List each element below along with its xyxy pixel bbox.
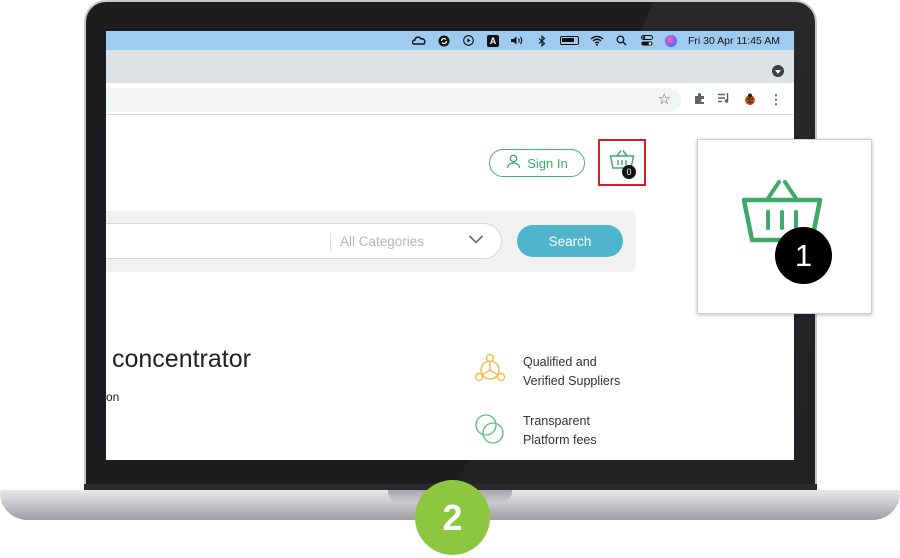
input-source-icon[interactable]: A [486, 34, 499, 47]
sign-in-button[interactable]: Sign In [489, 149, 585, 177]
user-icon [506, 154, 521, 172]
ladybug-icon[interactable] [742, 92, 758, 108]
chevron-down-icon[interactable] [468, 233, 484, 245]
search-bar: All Categories Search [106, 211, 636, 272]
spotlight-icon[interactable] [615, 35, 629, 47]
siri-icon[interactable] [664, 34, 677, 47]
creative-cloud-icon[interactable] [411, 35, 426, 47]
feature-line: Platform fees [523, 433, 597, 447]
feature-item: Transparent Platform fees [473, 412, 597, 450]
reading-list-icon[interactable] [716, 92, 732, 108]
cart-button[interactable]: 0 [598, 139, 646, 186]
control-center-icon[interactable] [640, 35, 654, 47]
browser-toolbar: ☆ ⋮ [106, 83, 794, 115]
supplier-network-icon [474, 353, 506, 382]
wifi-icon[interactable] [590, 35, 604, 47]
feature-line: Qualified and [523, 355, 597, 369]
feature-item: Qualified and Verified Suppliers [473, 353, 620, 391]
feature-line: Verified Suppliers [523, 374, 621, 388]
zoom-callout: 1 [697, 139, 872, 314]
hero-headline: concentrator [112, 345, 251, 373]
battery-icon[interactable] [559, 36, 579, 45]
browser-tab-strip [106, 50, 794, 83]
step-number-badge: 2 [415, 480, 490, 555]
web-page: Sign In 0 All Categories Search concentr… [106, 116, 794, 460]
menu-bar-clock[interactable]: Fri 30 Apr 11:45 AM [688, 35, 780, 47]
bluetooth-icon[interactable] [535, 34, 549, 47]
cart-count-badge: 0 [622, 165, 636, 179]
extensions-icon[interactable] [691, 92, 707, 108]
star-icon[interactable]: ☆ [658, 90, 671, 110]
callout-step-badge: 1 [775, 227, 832, 284]
search-input[interactable]: All Categories [106, 223, 502, 259]
macos-menu-bar: A Fri 30 Apr 11:45 AM [106, 31, 794, 50]
play-icon[interactable] [462, 35, 476, 47]
category-select[interactable]: All Categories [340, 224, 424, 258]
sync-icon[interactable] [437, 35, 451, 47]
laptop-screen: A Fri 30 Apr 11:45 AM ☆ ⋮ Sign In 0 All … [106, 31, 794, 460]
volume-icon[interactable] [510, 35, 524, 47]
address-bar[interactable]: ☆ [106, 88, 681, 112]
tutorial-figure: A Fri 30 Apr 11:45 AM ☆ ⋮ Sign In 0 All … [0, 0, 900, 558]
more-menu-icon[interactable]: ⋮ [768, 92, 784, 108]
feature-line: Transparent [523, 414, 590, 428]
sign-in-label: Sign In [527, 155, 568, 171]
hero-subline: on [106, 390, 120, 404]
search-button[interactable]: Search [517, 225, 623, 257]
overlap-circles-icon [475, 414, 504, 444]
tab-search-icon[interactable] [772, 65, 784, 77]
category-divider [330, 233, 331, 251]
